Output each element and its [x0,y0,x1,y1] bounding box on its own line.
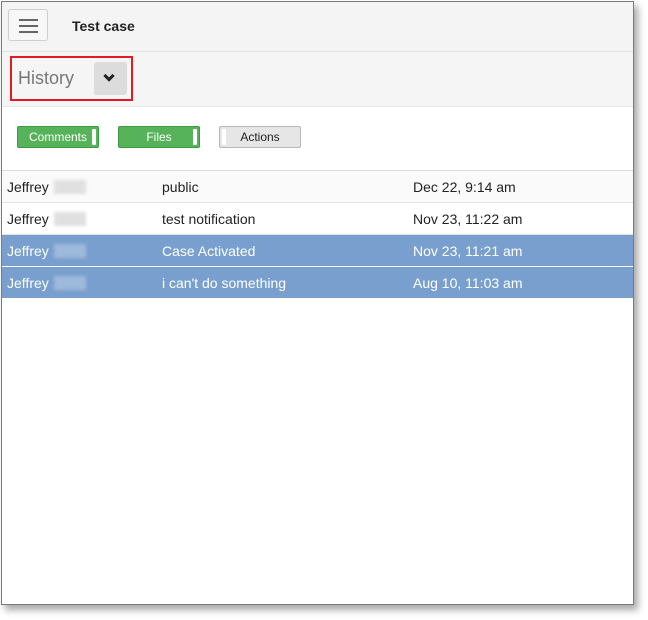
row-date: Aug 10, 11:03 am [413,275,523,291]
filter-toggle-label: Files [146,130,172,144]
row-user: Jeffrey [7,275,49,291]
filter-toggle-files[interactable]: Files [118,126,200,148]
highlight-box [10,56,133,101]
filter-toggle-comments[interactable]: Comments [17,126,99,148]
table-row-selected[interactable]: Jeffrey Case Activated Nov 23, 11:21 am [2,235,633,267]
toggle-knob [193,129,197,145]
redacted-surname [54,212,86,226]
app-window: Test case History Comments Files Actions… [1,1,634,605]
row-description: test notification [162,211,256,227]
row-user: Jeffrey [7,179,49,195]
redacted-surname [54,180,86,194]
hamburger-menu-button[interactable] [8,9,48,41]
row-user: Jeffrey [7,211,49,227]
toggle-knob [92,129,96,145]
history-table: Jeffrey public Dec 22, 9:14 am Jeffrey t… [2,170,633,299]
redacted-surname [54,244,86,258]
row-user: Jeffrey [7,243,49,259]
row-description: Case Activated [162,243,256,259]
row-description: i can't do something [162,275,287,291]
filter-toggle-actions[interactable]: Actions [219,126,301,148]
page-title: Test case [72,18,135,34]
toggle-knob [222,129,226,145]
row-date: Nov 23, 11:21 am [413,243,523,259]
row-description: public [162,179,199,195]
menu-icon [19,31,38,33]
row-date: Dec 22, 9:14 am [413,179,516,195]
table-row[interactable]: Jeffrey public Dec 22, 9:14 am [2,171,633,203]
filter-toggle-label: Comments [28,130,87,144]
table-row[interactable]: Jeffrey test notification Nov 23, 11:22 … [2,203,633,235]
filter-toggle-label: Actions [240,130,280,144]
top-bar: Test case [2,2,633,52]
row-date: Nov 23, 11:22 am [413,211,523,227]
menu-icon [19,25,38,27]
history-header: History [2,52,633,107]
table-row-selected[interactable]: Jeffrey i can't do something Aug 10, 11:… [2,267,633,299]
menu-icon [19,19,38,21]
redacted-surname [54,276,86,290]
